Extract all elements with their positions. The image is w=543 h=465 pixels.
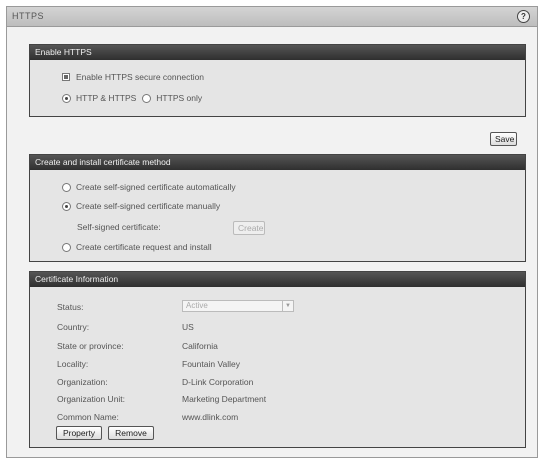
- enable-https-header: Enable HTTPS: [30, 45, 525, 60]
- locality-label: Locality:: [57, 359, 89, 369]
- radio-https-only[interactable]: [142, 93, 152, 103]
- state-value: California: [182, 341, 218, 351]
- radio-http-and-https-label: HTTP & HTTPS: [76, 93, 137, 103]
- self-signed-label: Self-signed certificate:: [77, 222, 161, 232]
- status-select[interactable]: Active ▼: [182, 300, 294, 312]
- radio-cert-request[interactable]: [62, 242, 71, 252]
- radio-cert-auto[interactable]: [62, 182, 71, 192]
- create-button[interactable]: Create: [233, 221, 265, 235]
- radio-cert-auto-label: Create self-signed certificate automatic…: [76, 182, 236, 192]
- certificate-method-panel: Create and install certificate method Cr…: [29, 154, 526, 262]
- country-value: US: [182, 322, 194, 332]
- window-title: HTTPS: [12, 11, 45, 21]
- certificate-info-header: Certificate Information: [30, 272, 525, 287]
- state-label: State or province:: [57, 341, 124, 351]
- chevron-down-icon: ▼: [282, 301, 293, 311]
- certificate-info-panel: Certificate Information Status: Active ▼…: [29, 271, 526, 448]
- organization-unit-value: Marketing Department: [182, 394, 267, 404]
- organization-label: Organization:: [57, 377, 108, 387]
- radio-cert-manual-label: Create self-signed certificate manually: [76, 201, 221, 211]
- radio-cert-request-label: Create certificate request and install: [76, 242, 212, 252]
- https-window: HTTPS ? Enable HTTPS Enable HTTPS secure…: [6, 6, 538, 458]
- certificate-method-header: Create and install certificate method: [30, 155, 525, 170]
- cert-option-request-row[interactable]: Create certificate request and install: [62, 242, 212, 252]
- https-mode-group: HTTP & HTTPS HTTPS only: [62, 93, 202, 103]
- radio-cert-manual[interactable]: [62, 201, 71, 211]
- enable-https-checkbox-row[interactable]: Enable HTTPS secure connection: [62, 72, 204, 82]
- property-button[interactable]: Property: [56, 426, 102, 440]
- country-label: Country:: [57, 322, 90, 332]
- organization-value: D-Link Corporation: [182, 377, 254, 387]
- common-name-value: www.dlink.com: [182, 412, 239, 422]
- enable-https-checkbox-label: Enable HTTPS secure connection: [76, 72, 205, 82]
- status-value: Active: [186, 301, 208, 310]
- radio-http-and-https[interactable]: [62, 93, 71, 103]
- title-bar: HTTPS ?: [7, 7, 537, 27]
- status-label: Status:: [57, 302, 84, 312]
- common-name-label: Common Name:: [57, 412, 119, 422]
- save-button[interactable]: Save: [490, 132, 517, 146]
- cert-option-auto-row[interactable]: Create self-signed certificate automatic…: [62, 182, 236, 192]
- locality-value: Fountain Valley: [182, 359, 240, 369]
- enable-https-checkbox[interactable]: [62, 73, 70, 81]
- help-icon[interactable]: ?: [517, 10, 530, 23]
- enable-https-panel: Enable HTTPS Enable HTTPS secure connect…: [29, 44, 526, 117]
- cert-option-manual-row[interactable]: Create self-signed certificate manually: [62, 201, 220, 211]
- organization-unit-label: Organization Unit:: [57, 394, 126, 404]
- remove-button[interactable]: Remove: [108, 426, 154, 440]
- radio-https-only-label: HTTPS only: [156, 93, 203, 103]
